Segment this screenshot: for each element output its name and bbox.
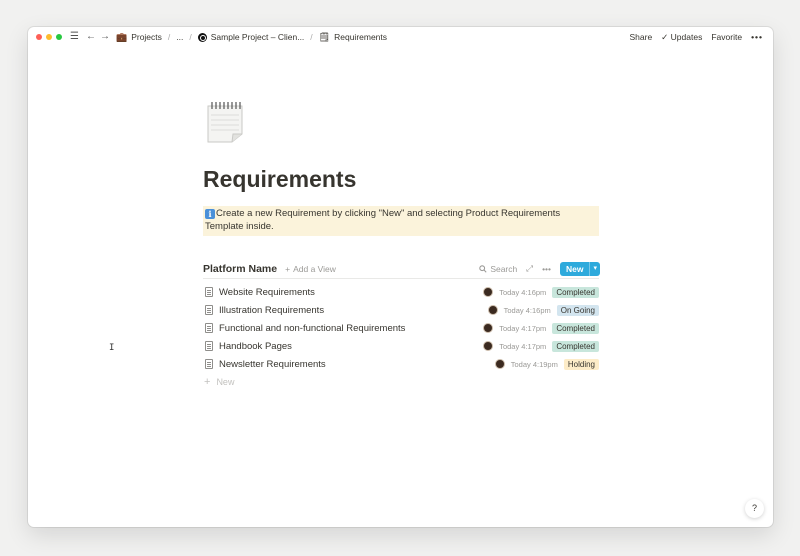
maximize-window-button[interactable] <box>56 34 62 40</box>
row-title: Website Requirements <box>219 286 315 298</box>
database-header: Platform Name + Add a View Search ⤢ ••• … <box>203 259 600 279</box>
breadcrumb-projects[interactable]: Projects <box>131 32 162 42</box>
breadcrumb-sample-project[interactable]: Sample Project – Clien... <box>211 32 305 42</box>
row-timestamp: Today 4:17pm <box>499 341 547 351</box>
database-rows: Website Requirements Today 4:16pm Comple… <box>203 283 599 390</box>
search-button[interactable]: Search <box>479 264 517 274</box>
row-meta: Today 4:16pm Completed <box>483 286 599 298</box>
notepad-icon[interactable] <box>206 100 244 144</box>
avatar <box>483 287 494 297</box>
row-meta: Today 4:19pm Holding <box>494 358 599 370</box>
row-title: Handbook Pages <box>219 340 292 352</box>
new-button-label: New <box>566 263 584 274</box>
text-cursor-icon: I <box>109 343 115 353</box>
topbar-actions: Share ✓ Updates Favorite ••• <box>629 32 763 43</box>
sidebar-menu-icon[interactable]: ☰ <box>70 32 79 42</box>
row-title: Functional and non-functional Requiremen… <box>219 322 406 334</box>
callout-text: Create a new Requirement by clicking "Ne… <box>205 208 561 232</box>
row-timestamp: Today 4:19pm <box>510 359 558 369</box>
back-arrow-icon[interactable]: ← <box>86 32 96 42</box>
document-icon <box>205 305 213 315</box>
new-button[interactable]: New ▾ <box>560 261 600 276</box>
notepad-icon: 🗒 <box>318 31 331 42</box>
status-badge: On Going <box>556 304 599 316</box>
plus-icon: + <box>204 376 211 388</box>
search-label: Search <box>490 263 518 274</box>
project-logo-icon <box>197 32 207 42</box>
chevron-down-icon[interactable]: ▾ <box>589 261 600 276</box>
info-icon: i <box>205 209 215 219</box>
avatar <box>487 305 498 315</box>
expand-icon[interactable]: ⤢ <box>526 263 533 274</box>
window-controls <box>36 34 62 40</box>
plus-icon: + <box>285 263 291 274</box>
breadcrumb-requirements[interactable]: Requirements <box>334 32 387 42</box>
row-timestamp: Today 4:17pm <box>499 323 547 333</box>
status-badge: Completed <box>552 340 599 352</box>
breadcrumb-ellipsis[interactable]: ... <box>176 32 183 42</box>
briefcase-icon: 💼 <box>115 31 128 42</box>
document-icon <box>205 287 213 297</box>
breadcrumb-separator: / <box>189 32 192 42</box>
help-button[interactable]: ? <box>745 499 764 518</box>
row-timestamp: Today 4:16pm <box>499 287 547 297</box>
info-callout[interactable]: i Create a new Requirement by clicking "N… <box>203 206 599 236</box>
updates-label: Updates <box>670 31 703 42</box>
row-meta: Today 4:17pm Completed <box>483 322 599 334</box>
app-window: ☰ ← → 💼 Projects / ... / Sample Project … <box>28 27 773 527</box>
table-row[interactable]: Functional and non-functional Requiremen… <box>203 319 599 337</box>
avatar <box>494 359 505 369</box>
table-row[interactable]: Website Requirements Today 4:16pm Comple… <box>203 283 599 301</box>
document-icon <box>205 323 213 333</box>
share-button[interactable]: Share <box>629 32 652 42</box>
more-options-icon[interactable]: ••• <box>751 32 763 42</box>
avatar <box>483 323 494 333</box>
table-row[interactable]: Handbook Pages Today 4:17pm Completed <box>203 337 599 355</box>
row-meta: Today 4:16pm On Going <box>487 304 599 316</box>
table-row[interactable]: Newsletter Requirements Today 4:19pm Hol… <box>203 355 599 373</box>
close-window-button[interactable] <box>36 34 42 40</box>
more-icon[interactable]: ••• <box>542 264 551 274</box>
breadcrumb-separator: / <box>310 32 313 42</box>
database-title[interactable]: Platform Name <box>203 263 277 275</box>
document-icon <box>205 341 213 351</box>
database-tools: Search ⤢ ••• New ▾ <box>479 261 600 276</box>
new-row-label: New <box>216 377 235 387</box>
add-view-button[interactable]: + Add a View <box>285 264 336 274</box>
row-timestamp: Today 4:16pm <box>503 305 551 315</box>
favorite-button[interactable]: Favorite <box>711 32 742 42</box>
page-title[interactable]: Requirements <box>203 166 356 193</box>
checkmark-icon: ✓ <box>661 31 669 42</box>
row-title: Illustration Requirements <box>219 304 325 316</box>
document-icon <box>205 359 213 369</box>
minimize-window-button[interactable] <box>46 34 52 40</box>
updates-button[interactable]: ✓ Updates <box>661 32 702 43</box>
title-bar: ☰ ← → 💼 Projects / ... / Sample Project … <box>28 27 773 47</box>
forward-arrow-icon[interactable]: → <box>100 32 110 42</box>
row-meta: Today 4:17pm Completed <box>483 340 599 352</box>
breadcrumb-separator: / <box>167 32 171 42</box>
table-row[interactable]: Illustration Requirements Today 4:16pm O… <box>203 301 599 319</box>
status-badge: Completed <box>552 286 599 298</box>
status-badge: Holding <box>563 358 599 370</box>
avatar <box>483 341 494 351</box>
add-view-label: Add a View <box>293 263 336 274</box>
breadcrumb: 💼 Projects / ... / Sample Project – Clie… <box>116 32 387 43</box>
status-badge: Completed <box>552 322 599 334</box>
row-title: Newsletter Requirements <box>219 358 326 370</box>
add-new-row-button[interactable]: + New <box>203 374 599 390</box>
search-icon <box>479 264 487 273</box>
